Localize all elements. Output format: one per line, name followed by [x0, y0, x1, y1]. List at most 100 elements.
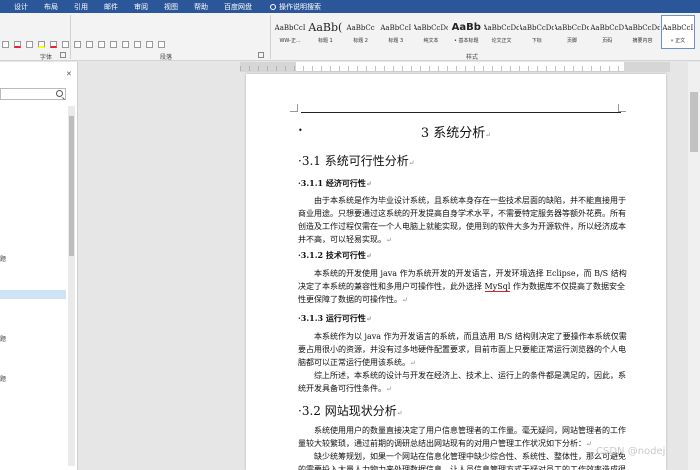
- paragraph-text: 缺少统筹规划，如果一个网站在信息化管理中缺少综合性、系统性、整体性，那么可避免的…: [298, 452, 626, 470]
- style-sample: AaBbCcDd: [625, 23, 660, 32]
- line-spacing-icon[interactable]: [134, 40, 141, 48]
- style-subscript[interactable]: AaBbCcDd 下标: [520, 15, 554, 49]
- heading-tree: 题 题 题: [0, 106, 66, 466]
- tab-help[interactable]: 帮助: [186, 2, 216, 12]
- style-normal[interactable]: AaBbCcI » 正文: [660, 15, 696, 49]
- paragraph-return-icon: ↵: [410, 359, 416, 367]
- style-basic-title[interactable]: AaBb • 基本标题: [449, 15, 483, 49]
- nav-heading-item[interactable]: 题: [0, 254, 66, 263]
- style-sample: AaBb: [451, 21, 481, 33]
- nav-scrollbar[interactable]: [68, 106, 75, 466]
- distribute-icon[interactable]: [122, 40, 129, 48]
- font-group-label: 字体: [40, 54, 53, 61]
- tab-review[interactable]: 审阅: [126, 2, 156, 12]
- tab-layout[interactable]: 布局: [36, 2, 66, 12]
- style-thesis-body[interactable]: AaBbCcDd 论文正文: [484, 15, 518, 49]
- style-name: • 基本标题: [454, 37, 479, 44]
- paragraph-text: 综上所述，本系统的设计与开发在经济上、技术上、运行上的条件都是满足的，因此，系统…: [298, 371, 626, 393]
- subsection-heading-3-1-1: ·3.1.1 经济可行性↵: [298, 178, 372, 188]
- styles-gallery: AaBbCcI WW-正... AaBb(标题 1 AaBbCc 标题 2 AaBb…: [273, 15, 696, 49]
- justify-icon[interactable]: [110, 40, 117, 48]
- document-scroll-thumb[interactable]: [690, 92, 698, 152]
- section-heading-text: 3.1 系统可行性分析: [301, 154, 409, 168]
- group-separator: [270, 15, 271, 59]
- subsection-heading-3-1-3: ·3.1.3 运行可行性↵: [298, 313, 372, 323]
- align-right-icon[interactable]: [98, 40, 105, 48]
- font-color-dropdown[interactable]: [2, 40, 9, 48]
- tab-baidu-netdisk[interactable]: 百度网盘: [216, 2, 260, 12]
- style-name: 下标: [531, 37, 542, 44]
- paragraph-technical: 本系统的开发使用 java 作为系统开发的开发语言，开发环境选择 Eclipse…: [298, 267, 628, 307]
- ruler-right-margin: [624, 62, 670, 72]
- style-name: WW-正...: [279, 37, 301, 44]
- style-ww-normal[interactable]: AaBbCcI WW-正...: [273, 15, 307, 49]
- style-name: 纯文本: [423, 37, 439, 44]
- nav-heading-item[interactable]: 题: [0, 334, 66, 343]
- paragraph-return-icon: ↵: [386, 236, 392, 244]
- tab-mailings[interactable]: 邮件: [96, 2, 126, 12]
- paragraph-group-label: 段落: [160, 54, 173, 61]
- tell-me-search[interactable]: 操作说明搜索: [260, 2, 321, 12]
- subsection-heading-text: 3.1.1 经济可行性: [300, 178, 366, 188]
- style-footer[interactable]: AaBbCcDd 页脚: [555, 15, 589, 49]
- section-heading-3-1: ·3.1 系统可行性分析↵: [298, 154, 415, 168]
- subsection-heading-text: 3.1.2 技术可行性: [300, 250, 366, 260]
- spellcheck-underlined-word[interactable]: MySql: [484, 282, 511, 292]
- paragraph-planning: 缺少统筹规划，如果一个网站在信息化管理中缺少综合性、系统性、整体性，那么可避免的…: [298, 450, 628, 470]
- paragraph-dialog-launcher-icon[interactable]: [258, 52, 264, 58]
- tell-me-label: 操作说明搜索: [279, 2, 321, 11]
- tab-references[interactable]: 引用: [66, 2, 96, 12]
- crop-mark: [618, 104, 626, 112]
- borders-icon[interactable]: [158, 40, 165, 48]
- shading-icon[interactable]: [146, 40, 153, 48]
- nav-search-input[interactable]: [0, 88, 66, 100]
- paragraph-return-icon: ↵: [386, 385, 392, 393]
- nav-heading-item[interactable]: 题: [0, 374, 66, 383]
- font-dialog-launcher-icon[interactable]: [60, 52, 66, 58]
- chapter-heading-text: 3 系统分析: [420, 126, 486, 141]
- document-page[interactable]: • 3 系统分析↵ ·3.1 系统可行性分析↵ ·3.1.1 经济可行性↵ 由于…: [246, 74, 666, 470]
- style-heading-3[interactable]: AaBbCcI 标题 3: [379, 15, 413, 49]
- group-separator: [70, 15, 71, 59]
- align-left-icon[interactable]: [74, 40, 81, 48]
- highlight-icon[interactable]: [38, 40, 45, 48]
- paragraph-return-icon: ↵: [402, 296, 408, 304]
- style-heading-2[interactable]: AaBbCc 标题 2: [343, 15, 377, 49]
- close-icon[interactable]: ✕: [66, 70, 72, 78]
- paragraph-economic: 由于本系统是作为毕业设计系统，且系统本身存在一些技术层面的缺陷，并不能直接用于商…: [298, 194, 628, 247]
- paragraph-text: 系统使用用户的数量直接决定了用户信息管理者的工作量。毫无疑问，网站管理者的工作量…: [298, 426, 626, 448]
- font-size-dropdown[interactable]: [26, 40, 33, 48]
- align-center-icon[interactable]: [86, 40, 93, 48]
- font-color-icon[interactable]: [14, 40, 21, 48]
- nav-heading-label: 题: [0, 376, 7, 383]
- text-color-icon[interactable]: [50, 40, 57, 48]
- section-heading-text: 3.2 网站现状分析: [301, 404, 397, 418]
- paragraph-return-icon: ↵: [365, 314, 372, 323]
- style-heading-1[interactable]: AaBb(标题 1: [308, 15, 342, 49]
- tab-design[interactable]: 设计: [0, 2, 36, 12]
- style-page-number[interactable]: AaBbCcD 页码: [590, 15, 624, 49]
- ribbon-panel: 字体 段落 样式 AaBbCcI WW-正... AaBb(标题 1 AaBbCc…: [0, 13, 700, 61]
- nav-heading-item-selected[interactable]: [0, 290, 66, 299]
- nav-scroll-thumb[interactable]: [69, 116, 74, 256]
- horizontal-ruler[interactable]: [240, 62, 670, 72]
- paragraph-operational: 本系统作为以 java 作为开发语言的系统，而且选用 B/S 结构则决定了要操作…: [298, 330, 628, 370]
- ruler-ticks: [240, 66, 670, 71]
- paragraph-return-icon: ↵: [586, 440, 592, 448]
- paragraph-summary: 综上所述，本系统的设计与开发在经济上、技术上、运行上的条件都是满足的，因此，系统…: [298, 369, 628, 396]
- styles-group-label: 样式: [466, 54, 479, 61]
- style-plain-text[interactable]: AaBbCcDc 纯文本: [414, 15, 448, 49]
- paragraph-return-icon: ↵: [365, 179, 372, 188]
- nav-heading-label: 题: [0, 336, 7, 343]
- font-controls-row: [0, 39, 270, 49]
- document-scrollbar[interactable]: [688, 62, 700, 470]
- style-name: 页脚: [566, 37, 577, 44]
- style-abstract-content[interactable]: AaBbCcDd 摘要内容: [625, 15, 659, 49]
- paragraph-status: 系统使用用户的数量直接决定了用户信息管理者的工作量。毫无疑问，网站管理者的工作量…: [298, 424, 628, 451]
- search-icon[interactable]: [56, 90, 63, 97]
- style-sample: AaBbCcDd: [484, 23, 519, 32]
- style-sample: AaBbCcDd: [554, 23, 590, 32]
- paragraph-text: 本系统作为以 java 作为开发语言的系统，而且选用 B/S 结构则决定了要操作…: [298, 332, 627, 367]
- tab-view[interactable]: 视图: [156, 2, 186, 12]
- char-border-icon[interactable]: [62, 40, 69, 48]
